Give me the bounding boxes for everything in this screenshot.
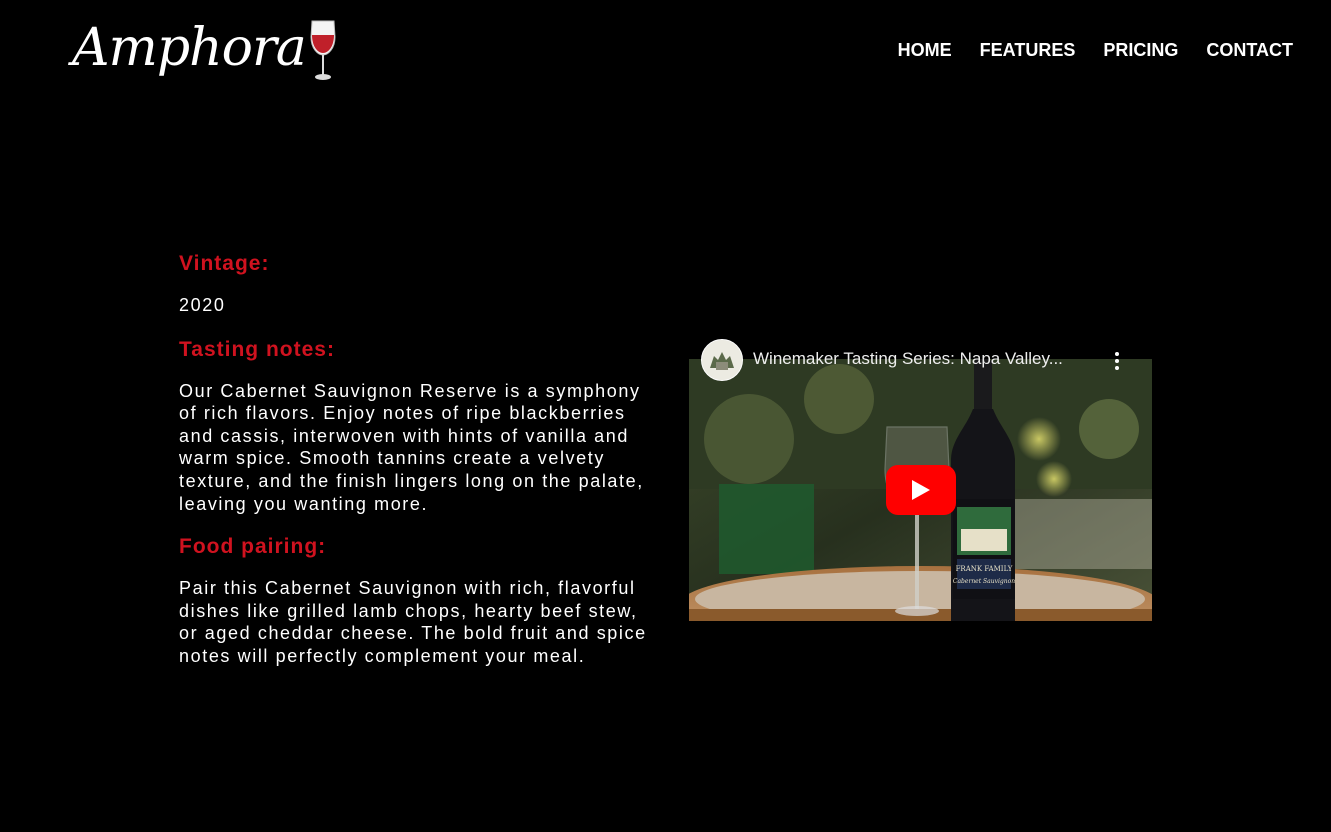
tasting-notes-text: Our Cabernet Sauvignon Reserve is a symp… (179, 380, 644, 514)
nav-pricing[interactable]: PRICING (1103, 40, 1178, 61)
brand-logo[interactable]: Amphora (72, 12, 338, 84)
site-header: Amphora HOME FEATURES PRICING CONTACT (0, 0, 1331, 110)
channel-logo-icon (702, 340, 742, 380)
vintage-heading: Vintage: (179, 252, 270, 275)
play-icon (912, 480, 930, 500)
wine-details: Vintage: 2020 Tasting notes: Our Caberne… (179, 248, 649, 668)
video-title[interactable]: Winemaker Tasting Series: Napa Valley... (753, 349, 1103, 369)
kebab-menu-icon[interactable] (1114, 352, 1120, 370)
nav-home[interactable]: HOME (898, 40, 952, 61)
play-button[interactable] (886, 465, 956, 515)
food-pairing-text: Pair this Cabernet Sauvignon with rich, … (179, 578, 647, 666)
tasting-notes-heading: Tasting notes: (179, 337, 335, 361)
nav-features[interactable]: FEATURES (980, 40, 1076, 61)
svg-text:Cabernet Sauvignon: Cabernet Sauvignon (953, 578, 1015, 585)
main-nav: HOME FEATURES PRICING CONTACT (898, 40, 1293, 61)
video-title-bar: Winemaker Tasting Series: Napa Valley... (689, 336, 1152, 384)
food-pairing-heading: Food pairing: (179, 535, 327, 559)
vintage-value: 2020 (179, 295, 226, 315)
svg-text:FRANK FAMILY: FRANK FAMILY (956, 565, 1013, 573)
wine-glass-icon (310, 20, 336, 80)
nav-contact[interactable]: CONTACT (1206, 40, 1293, 61)
channel-avatar[interactable] (701, 339, 743, 381)
logo-text: Amphora (72, 18, 307, 78)
